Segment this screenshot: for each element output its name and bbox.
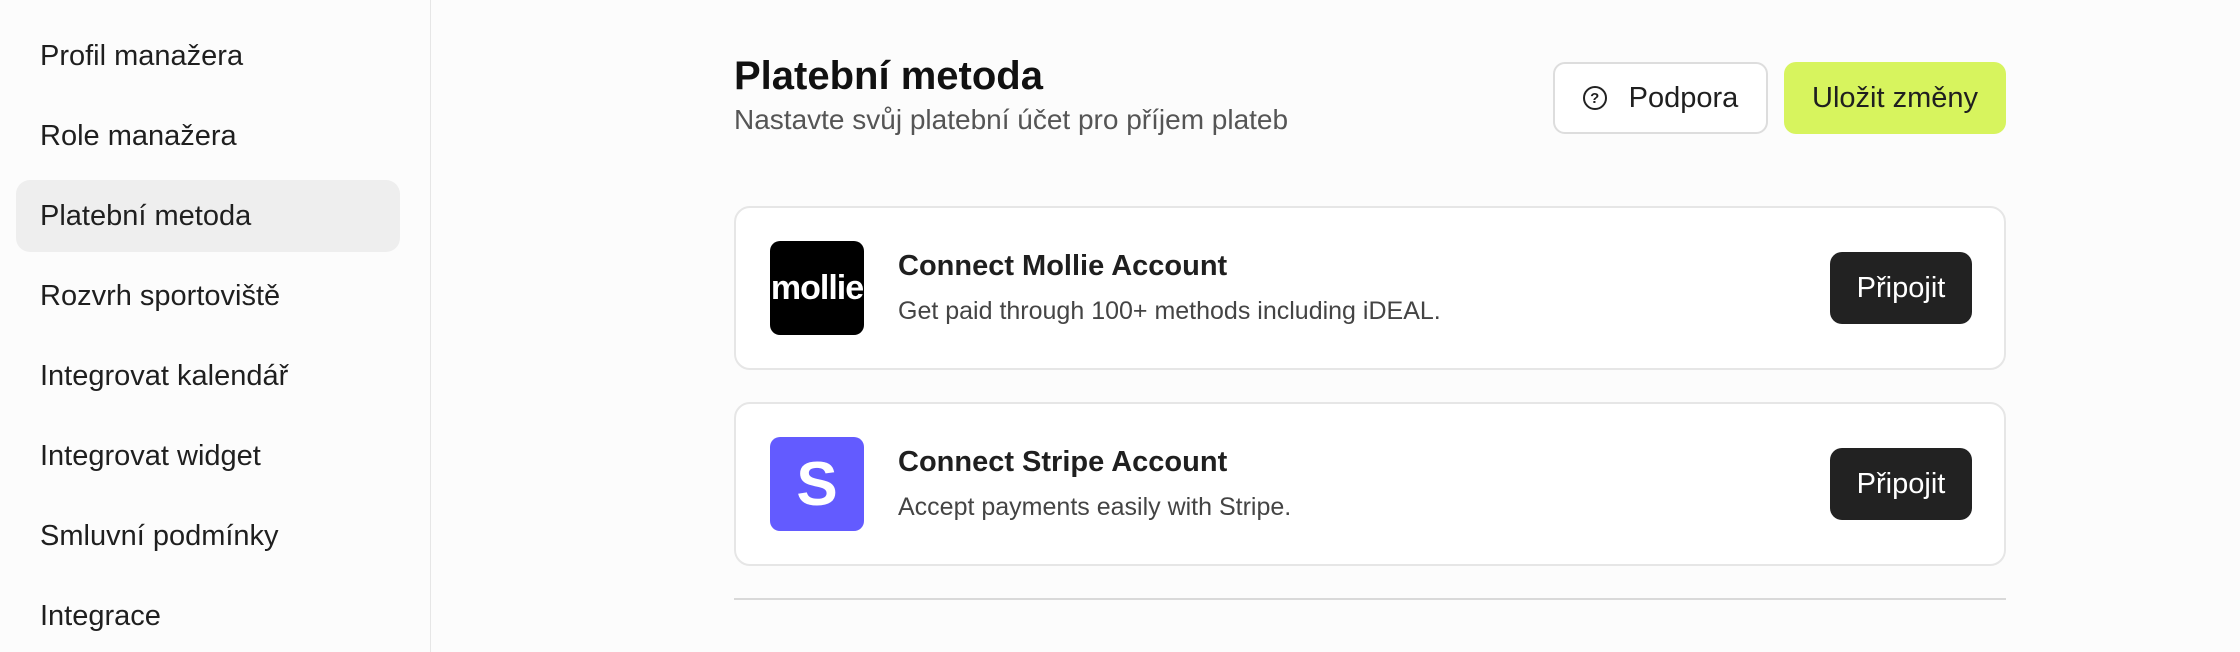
provider-card-stripe: S Connect Stripe Account Accept payments… <box>734 402 2006 566</box>
connect-button-label: Připojit <box>1856 271 1946 304</box>
provider-list: mollie Connect Mollie Account Get paid t… <box>734 206 2006 600</box>
provider-description: Accept payments easily with Stripe. <box>898 493 1292 521</box>
provider-card-mollie: mollie Connect Mollie Account Get paid t… <box>734 206 2006 370</box>
save-button-label: Uložit změny <box>1812 81 1978 114</box>
section-divider <box>734 598 2006 600</box>
sidebar-item-integrovat-kalendar[interactable]: Integrovat kalendář <box>16 340 400 412</box>
provider-title: Connect Mollie Account <box>898 250 1228 282</box>
sidebar-item-integrace[interactable]: Integrace <box>16 580 400 652</box>
sidebar-item-smluvni-podminky[interactable]: Smluvní podmínky <box>16 500 400 572</box>
sidebar-item-rozvrh-sportoviste[interactable]: Rozvrh sportoviště <box>16 260 400 332</box>
sidebar-item-integrovat-widget[interactable]: Integrovat widget <box>16 420 400 492</box>
page-header: Platební metoda Nastavte svůj platební ú… <box>734 52 2006 136</box>
sidebar-item-platebni-metoda[interactable]: Platební metoda <box>16 180 400 252</box>
sidebar: Profil manažera Role manažera Platební m… <box>0 0 431 652</box>
provider-description: Get paid through 100+ methods including … <box>898 297 1441 325</box>
mollie-logo-icon: mollie <box>770 241 864 335</box>
provider-title: Connect Stripe Account <box>898 446 1228 478</box>
save-changes-button[interactable]: Uložit změny <box>1784 62 2006 134</box>
connect-stripe-button[interactable]: Připojit <box>1830 448 1972 520</box>
main-content: Platební metoda Nastavte svůj platební ú… <box>431 0 2240 652</box>
provider-card-text: Connect Stripe Account Accept payments e… <box>898 446 1830 522</box>
mollie-logo-text: mollie <box>770 268 864 307</box>
page-subtitle: Nastavte svůj platební účet pro příjem p… <box>734 104 1289 135</box>
help-circle-icon: ? <box>1582 86 1607 110</box>
header-text: Platební metoda Nastavte svůj platební ú… <box>734 52 1288 136</box>
provider-card-text: Connect Mollie Account Get paid through … <box>898 250 1830 326</box>
payment-settings: Platební metoda Nastavte svůj platební ú… <box>734 52 2006 600</box>
sidebar-item-profil-manazera[interactable]: Profil manažera <box>16 20 400 92</box>
connect-button-label: Připojit <box>1856 467 1946 500</box>
stripe-logo-icon: S <box>770 437 864 531</box>
support-button-label: Podpora <box>1628 81 1739 114</box>
connect-mollie-button[interactable]: Připojit <box>1830 252 1972 324</box>
page-title: Platební metoda <box>734 54 1043 98</box>
support-button[interactable]: ? Podpora <box>1553 62 1768 134</box>
header-actions: ? Podpora Uložit změny <box>1553 62 2006 134</box>
app: Profil manažera Role manažera Platební m… <box>0 0 2240 652</box>
sidebar-item-role-manazera[interactable]: Role manažera <box>16 100 400 172</box>
stripe-logo-text: S <box>796 449 838 519</box>
